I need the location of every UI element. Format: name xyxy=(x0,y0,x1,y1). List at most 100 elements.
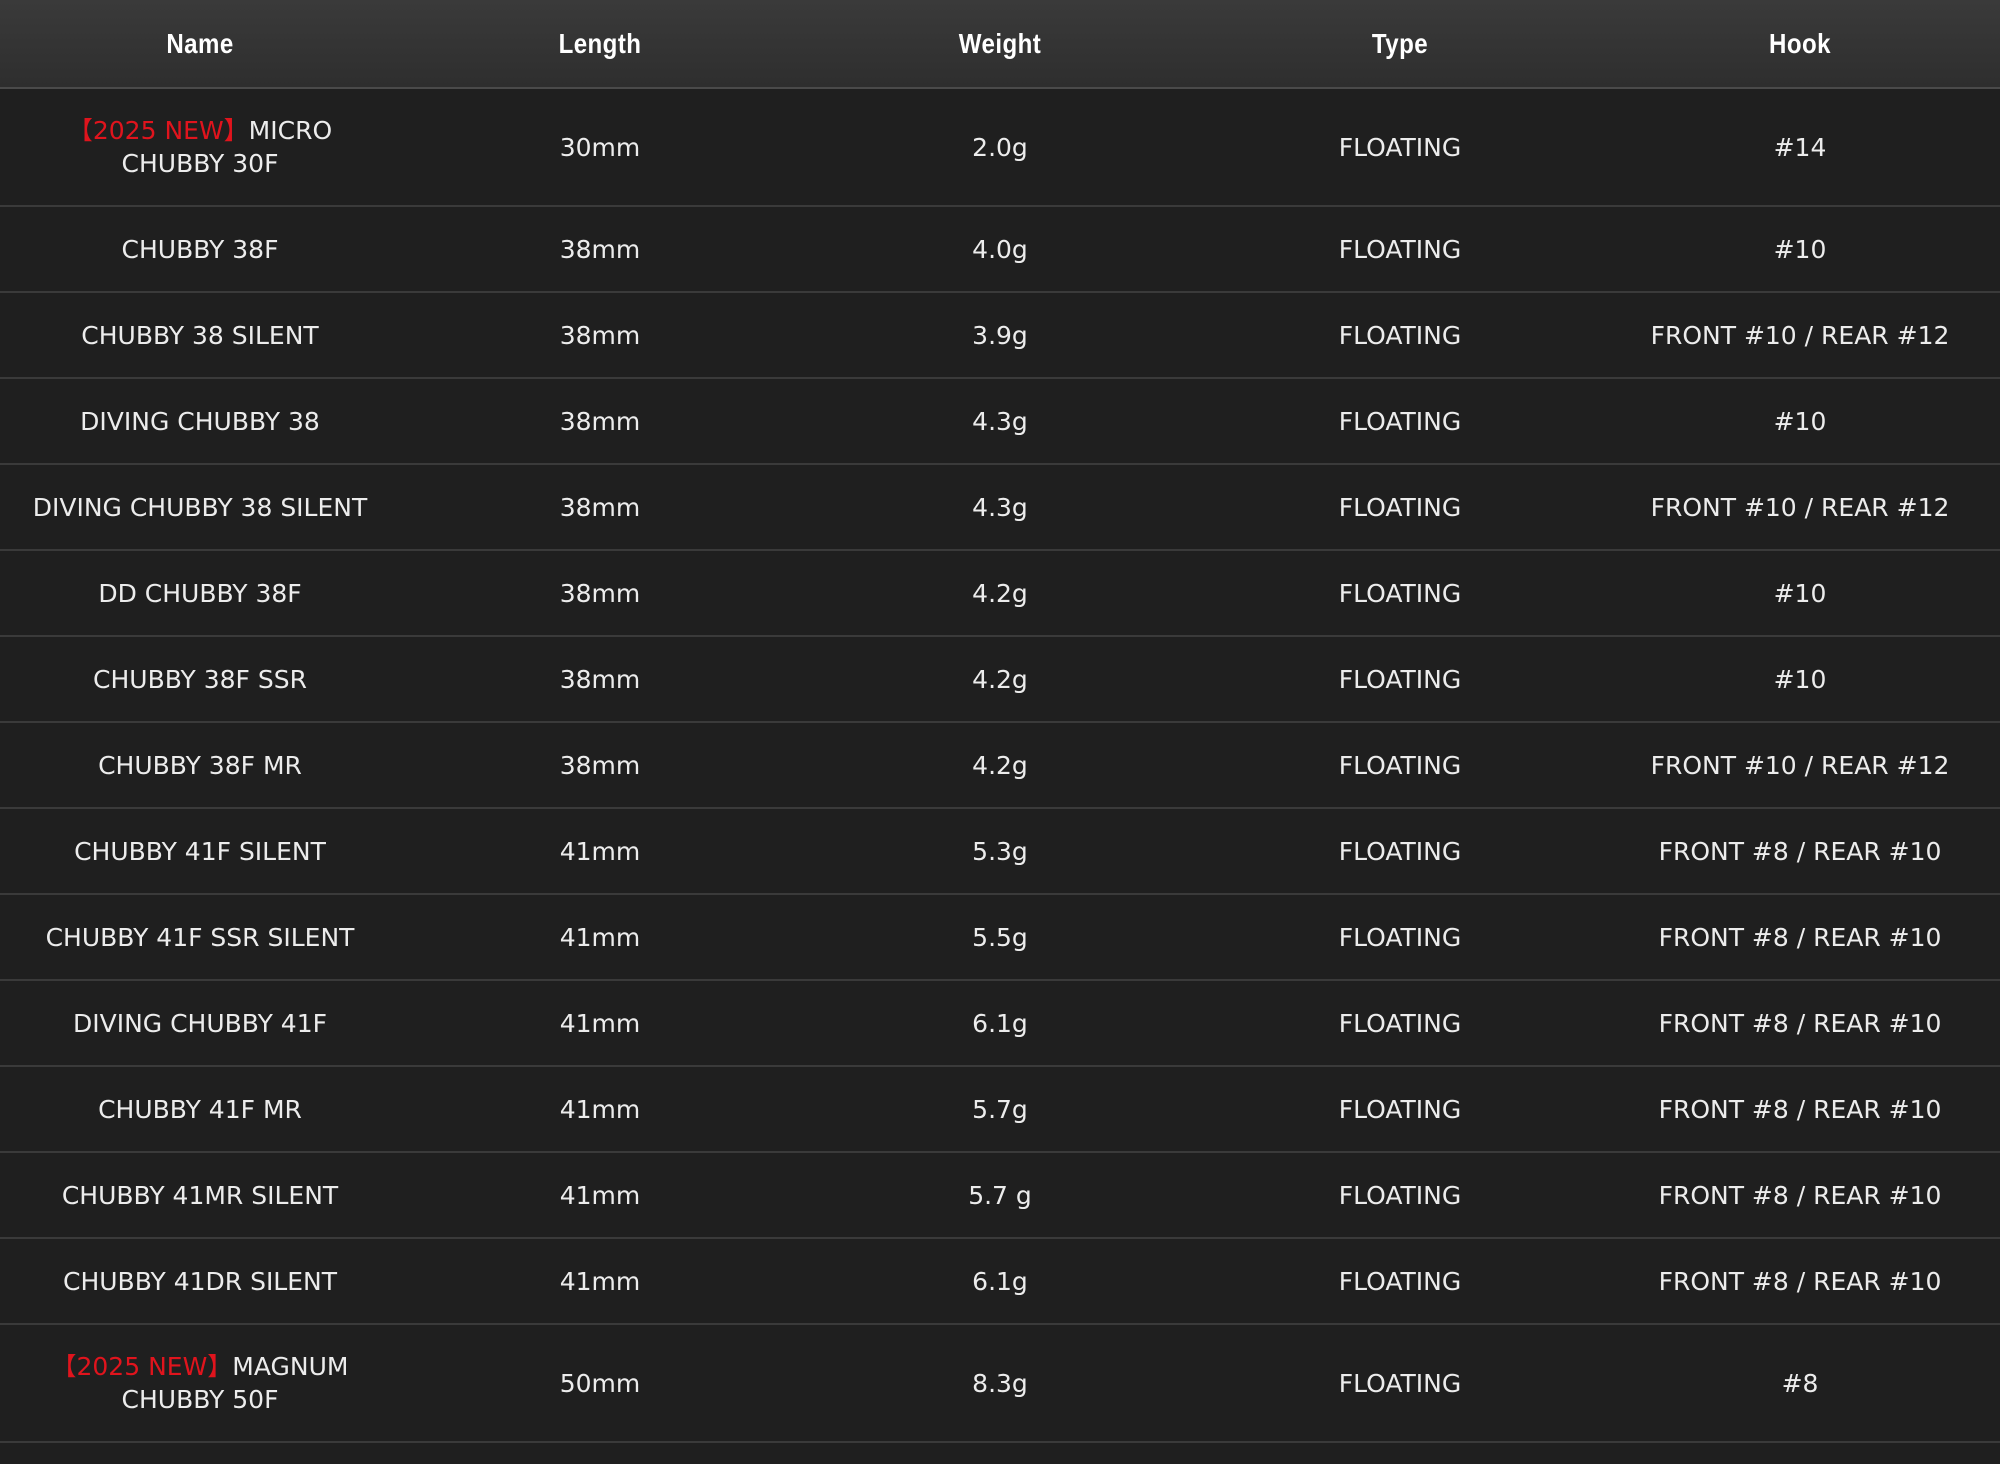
cell-length: 41mm xyxy=(400,1152,800,1239)
table-row: CHUBBY 38F 38mm 4.0g FLOATING #10 xyxy=(0,206,2000,293)
header-type[interactable]: Type xyxy=(1228,0,1572,89)
cell-type: FLOATING xyxy=(1200,980,1600,1067)
cell-name: CHUBBY 41MR SILENT xyxy=(0,1152,400,1239)
cell-weight: 4.2g xyxy=(800,722,1200,809)
cell-name: 【2025 NEW】MICRO CHUBBY 30F xyxy=(0,88,400,207)
cell-type: FLOATING xyxy=(1200,722,1600,809)
cell-weight: 6.1g xyxy=(800,980,1200,1067)
cell-hook: #10 xyxy=(1600,636,2000,723)
cell-name: CHUBBY 41F MR xyxy=(0,1066,400,1153)
cell-name: DD CHUBBY 38F xyxy=(0,550,400,637)
cell-weight: 5.7 g xyxy=(800,1152,1200,1239)
table-row: DIVING CHUBBY 38 SILENT 38mm 4.3g FLOATI… xyxy=(0,464,2000,551)
cell-type: FLOATING xyxy=(1200,1152,1600,1239)
cell-name: 【2025 NEW】MAGNUM CHUBBY 50F xyxy=(0,1324,400,1443)
cell-name: CHUBBY 38 SILENT xyxy=(0,292,400,379)
cell-type: FLOATING xyxy=(1200,894,1600,981)
cell-length: 41mm xyxy=(400,980,800,1067)
cell-hook: #14 xyxy=(1600,88,2000,207)
table-row: DD CHUBBY 38F 38mm 4.2g FLOATING #10 xyxy=(0,550,2000,637)
table-row: CHUBBY 38F MR 38mm 4.2g FLOATING FRONT #… xyxy=(0,722,2000,809)
cell-length: 50mm xyxy=(400,1324,800,1443)
cell-weight: 4.3g xyxy=(800,378,1200,465)
cell-hook: FRONT #10 / REAR #12 xyxy=(1600,722,2000,809)
cell-length: 38mm xyxy=(400,206,800,293)
cell-weight: 3.9g xyxy=(800,292,1200,379)
cell-weight: 4.2g xyxy=(800,636,1200,723)
header-name[interactable]: Name xyxy=(28,0,372,89)
cell-type: FLOATING xyxy=(1200,550,1600,637)
cell-type: FLOATING xyxy=(1200,292,1600,379)
header-row: Name Length Weight Type Hook xyxy=(0,0,2000,89)
cell-type: FLOATING xyxy=(1200,1238,1600,1325)
cell-name: CHUBBY 41F SSR SILENT xyxy=(0,894,400,981)
new-badge: 【2025 NEW】 xyxy=(67,116,249,145)
table-body: 【2025 NEW】MICRO CHUBBY 30F 30mm 2.0g FLO… xyxy=(0,88,2000,1443)
name-text: MAGNUM xyxy=(232,1352,349,1381)
cell-hook: #10 xyxy=(1600,206,2000,293)
cell-type: FLOATING xyxy=(1200,636,1600,723)
cell-hook: #8 xyxy=(1600,1324,2000,1443)
cell-type: FLOATING xyxy=(1200,808,1600,895)
cell-hook: FRONT #8 / REAR #10 xyxy=(1600,894,2000,981)
cell-weight: 2.0g xyxy=(800,88,1200,207)
table-row: CHUBBY 38F SSR 38mm 4.2g FLOATING #10 xyxy=(0,636,2000,723)
cell-name: CHUBBY 38F MR xyxy=(0,722,400,809)
table-header: Name Length Weight Type Hook xyxy=(0,0,2000,89)
cell-weight: 8.3g xyxy=(800,1324,1200,1443)
cell-hook: #10 xyxy=(1600,550,2000,637)
cell-weight: 5.3g xyxy=(800,808,1200,895)
table-row: CHUBBY 41MR SILENT 41mm 5.7 g FLOATING F… xyxy=(0,1152,2000,1239)
cell-weight: 4.3g xyxy=(800,464,1200,551)
cell-type: FLOATING xyxy=(1200,1324,1600,1443)
header-weight[interactable]: Weight xyxy=(828,0,1172,89)
name-text: MICRO xyxy=(248,116,333,145)
cell-name: DIVING CHUBBY 38 SILENT xyxy=(0,464,400,551)
table-row: CHUBBY 41F SSR SILENT 41mm 5.5g FLOATING… xyxy=(0,894,2000,981)
cell-length: 41mm xyxy=(400,1238,800,1325)
table-row: 【2025 NEW】MAGNUM CHUBBY 50F 50mm 8.3g FL… xyxy=(0,1324,2000,1443)
name-line-1: 【2025 NEW】MAGNUM xyxy=(6,1350,394,1383)
cell-length: 38mm xyxy=(400,464,800,551)
cell-length: 38mm xyxy=(400,636,800,723)
new-badge: 【2025 NEW】 xyxy=(51,1352,233,1381)
table-row: DIVING CHUBBY 41F 41mm 6.1g FLOATING FRO… xyxy=(0,980,2000,1067)
cell-hook: FRONT #8 / REAR #10 xyxy=(1600,808,2000,895)
name-line-1: 【2025 NEW】MICRO xyxy=(6,114,394,147)
header-length[interactable]: Length xyxy=(428,0,772,89)
spec-table: Name Length Weight Type Hook 【2025 NEW】M… xyxy=(0,0,2000,1443)
cell-length: 41mm xyxy=(400,1066,800,1153)
cell-name: CHUBBY 38F SSR xyxy=(0,636,400,723)
cell-name: CHUBBY 38F xyxy=(0,206,400,293)
name-line-2: CHUBBY 30F xyxy=(121,149,279,178)
cell-type: FLOATING xyxy=(1200,206,1600,293)
cell-hook: FRONT #8 / REAR #10 xyxy=(1600,1152,2000,1239)
cell-weight: 4.0g xyxy=(800,206,1200,293)
cell-length: 41mm xyxy=(400,894,800,981)
cell-weight: 6.1g xyxy=(800,1238,1200,1325)
table-row: CHUBBY 38 SILENT 38mm 3.9g FLOATING FRON… xyxy=(0,292,2000,379)
cell-name: DIVING CHUBBY 38 xyxy=(0,378,400,465)
table-row: CHUBBY 41F SILENT 41mm 5.3g FLOATING FRO… xyxy=(0,808,2000,895)
header-hook[interactable]: Hook xyxy=(1628,0,1972,89)
cell-weight: 4.2g xyxy=(800,550,1200,637)
cell-length: 41mm xyxy=(400,808,800,895)
cell-length: 30mm xyxy=(400,88,800,207)
cell-hook: FRONT #8 / REAR #10 xyxy=(1600,1066,2000,1153)
table-row: CHUBBY 41F MR 41mm 5.7g FLOATING FRONT #… xyxy=(0,1066,2000,1153)
cell-hook: #10 xyxy=(1600,378,2000,465)
cell-name: CHUBBY 41F SILENT xyxy=(0,808,400,895)
name-line-2: CHUBBY 50F xyxy=(121,1385,279,1414)
cell-weight: 5.5g xyxy=(800,894,1200,981)
cell-hook: FRONT #10 / REAR #12 xyxy=(1600,464,2000,551)
cell-type: FLOATING xyxy=(1200,464,1600,551)
table-row: CHUBBY 41DR SILENT 41mm 6.1g FLOATING FR… xyxy=(0,1238,2000,1325)
cell-name: DIVING CHUBBY 41F xyxy=(0,980,400,1067)
cell-type: FLOATING xyxy=(1200,88,1600,207)
table-row: DIVING CHUBBY 38 38mm 4.3g FLOATING #10 xyxy=(0,378,2000,465)
cell-type: FLOATING xyxy=(1200,378,1600,465)
cell-length: 38mm xyxy=(400,378,800,465)
table-row: 【2025 NEW】MICRO CHUBBY 30F 30mm 2.0g FLO… xyxy=(0,88,2000,207)
cell-type: FLOATING xyxy=(1200,1066,1600,1153)
cell-length: 38mm xyxy=(400,292,800,379)
